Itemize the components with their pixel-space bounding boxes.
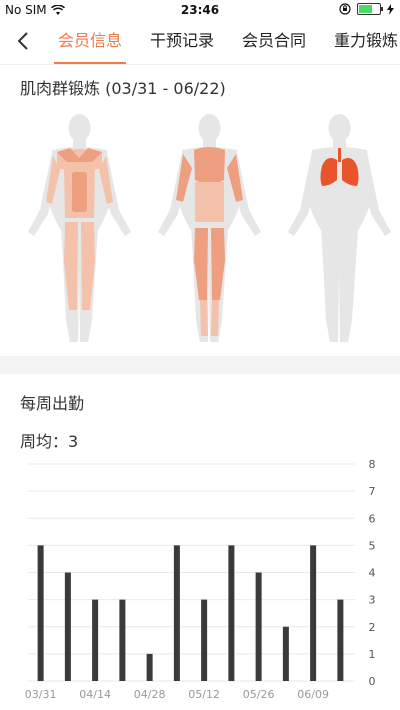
bar	[146, 653, 153, 681]
tab-gravity-training[interactable]: 重力锻炼	[320, 20, 400, 64]
bar	[92, 599, 99, 681]
body-figures	[0, 110, 400, 350]
bar	[282, 626, 289, 681]
body-lungs-figure	[288, 114, 391, 342]
body-front-figure	[28, 114, 131, 342]
x-tick-label: 05/12	[188, 688, 220, 701]
y-tick-label: 2	[369, 621, 376, 634]
y-tick-label: 1	[369, 648, 376, 661]
back-button[interactable]	[8, 26, 38, 56]
section-divider	[0, 356, 400, 374]
bar	[64, 572, 71, 681]
y-tick-label: 8	[369, 458, 376, 471]
tab-bar: 会员信息 干预记录 会员合同 重力锻炼	[44, 20, 400, 64]
attendance-chart: 0 1 2 3 4 5 6 7 8 03/31 04/14 04/28 05/12 05/26 06/09	[0, 450, 400, 710]
x-tick-label: 06/09	[297, 688, 329, 701]
orientation-lock-icon	[339, 3, 351, 15]
y-tick-label: 5	[369, 539, 376, 552]
x-tick-label: 04/14	[79, 688, 111, 701]
y-tick-label: 3	[369, 594, 376, 607]
y-tick-label: 7	[369, 485, 376, 498]
x-tick-label: 03/31	[25, 688, 57, 701]
bar	[337, 599, 344, 681]
status-right	[339, 3, 394, 15]
status-bar: No SIM 23:46	[0, 0, 400, 20]
tab-intervention-records[interactable]: 干预记录	[136, 20, 228, 64]
body-back-figure	[158, 114, 261, 342]
bar	[255, 572, 262, 681]
charging-icon	[387, 3, 394, 15]
weekly-average-label: 周均：	[20, 432, 69, 451]
y-tick-label: 6	[369, 512, 376, 525]
bar	[37, 545, 44, 681]
muscle-section-title: 肌肉群锻炼 (03/31 - 06/22)	[20, 79, 226, 98]
battery-icon	[357, 3, 383, 15]
bar	[310, 545, 317, 681]
tab-member-contract[interactable]: 会员合同	[228, 20, 320, 64]
bar	[173, 545, 180, 681]
bar	[119, 599, 126, 681]
tab-member-info[interactable]: 会员信息	[44, 20, 136, 64]
weekly-average: 周均：3	[20, 428, 78, 452]
bar	[201, 599, 208, 681]
attendance-title: 每周出勤	[20, 394, 85, 413]
y-tick-label: 4	[369, 567, 376, 580]
bar	[228, 545, 235, 681]
y-tick-label: 0	[369, 675, 376, 688]
chevron-left-icon	[17, 32, 28, 50]
top-nav: 会员信息 干预记录 会员合同 重力锻炼	[0, 20, 400, 65]
weekly-average-value: 3	[68, 432, 79, 451]
x-tick-label: 05/26	[243, 688, 275, 701]
attendance-chart-svg: 0 1 2 3 4 5 6 7 8 03/31 04/14 04/28 05/12 05/26 06/09	[25, 458, 376, 701]
x-tick-label: 04/28	[134, 688, 166, 701]
